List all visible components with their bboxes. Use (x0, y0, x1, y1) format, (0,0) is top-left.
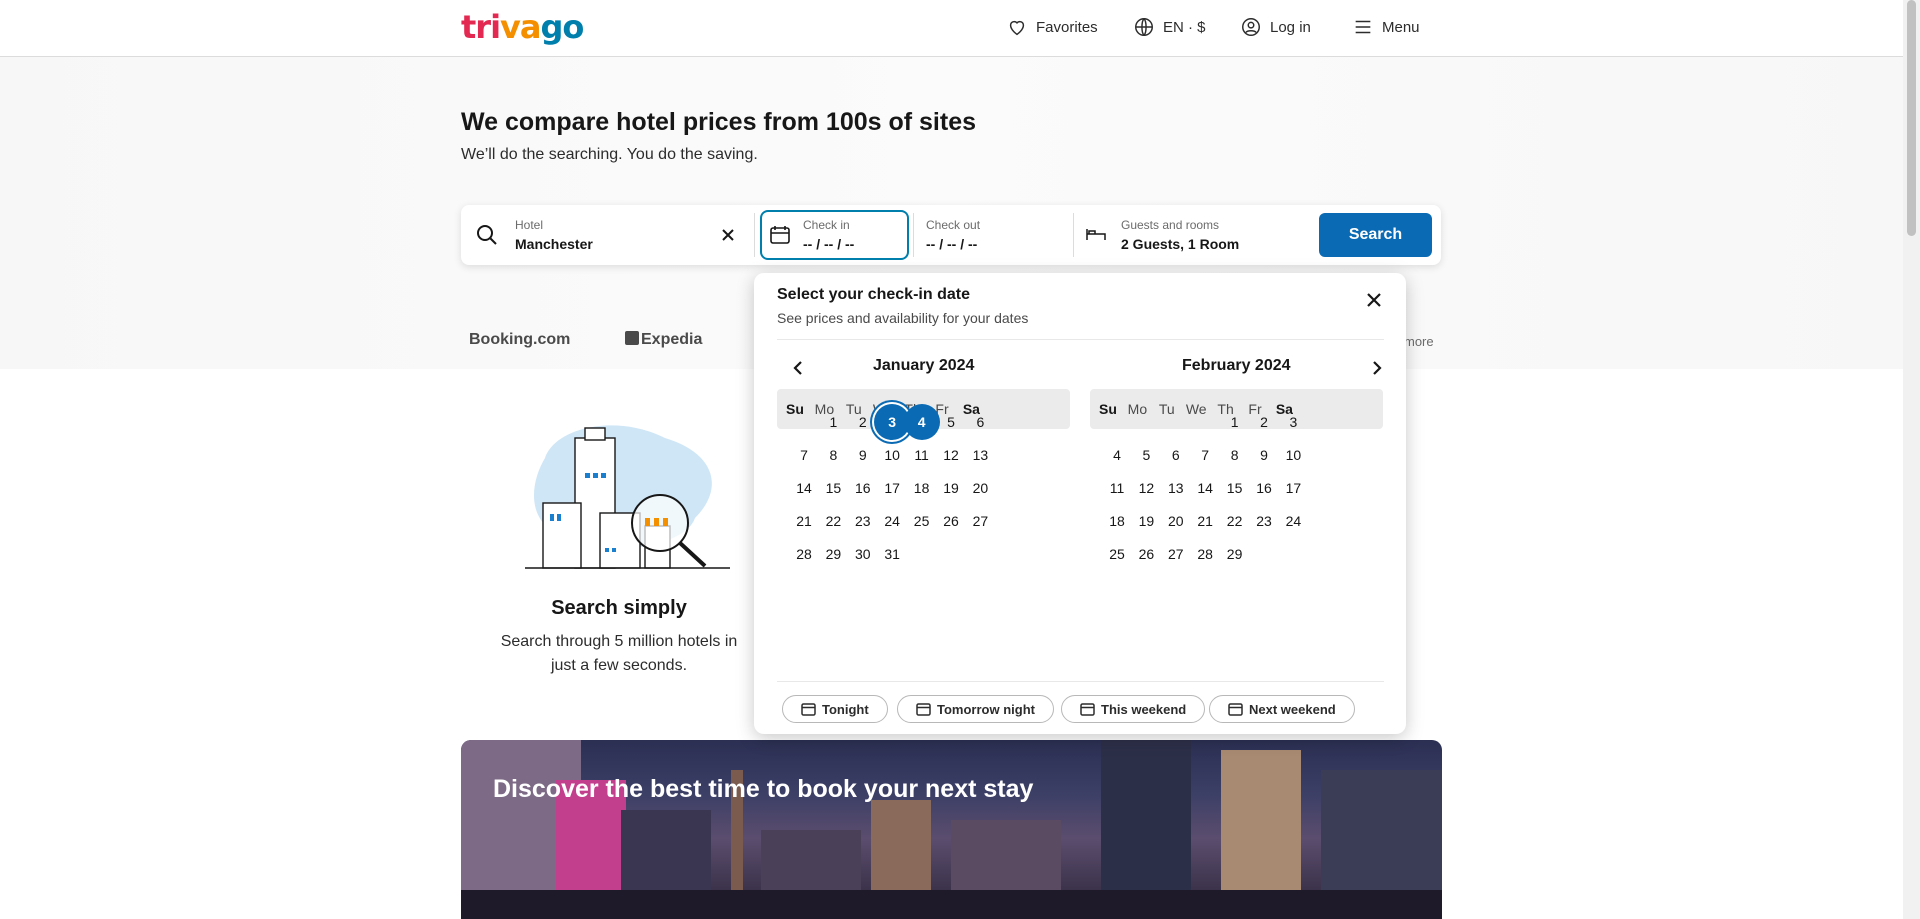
page-scrollbar[interactable] (1903, 0, 1920, 919)
favorites-link[interactable]: Favorites (1006, 16, 1098, 38)
login-link[interactable]: Log in (1240, 16, 1311, 38)
guests-label: Guests and rooms (1121, 218, 1220, 232)
quick-next-weekend-label: Next weekend (1249, 701, 1336, 717)
calendar-icon (1080, 702, 1095, 716)
logo-part: va (500, 8, 541, 46)
heart-icon (1009, 20, 1025, 36)
divider (754, 213, 755, 257)
month-title: January 2024 (873, 357, 975, 374)
calendar-day[interactable]: 13 (962, 437, 998, 473)
search-bar: Hotel Manchester Check in -- / -- / -- C… (461, 205, 1441, 265)
discover-banner[interactable]: Discover the best time to book your next… (461, 740, 1442, 919)
partners-more-link[interactable]: more (1404, 334, 1434, 349)
calendar-day[interactable]: 24 (1275, 503, 1311, 539)
calendar-day[interactable]: 27 (962, 503, 998, 539)
quick-tonight-label: Tonight (822, 701, 869, 717)
feature-description: Search through 5 million hotels in just … (500, 633, 738, 674)
quick-tomorrow-label: Tomorrow night (937, 701, 1035, 717)
checkin-field[interactable]: Check in -- / -- / -- (760, 210, 909, 260)
hotel-label: Hotel (515, 218, 544, 232)
top-header: trivago Favorites EN · $ Log in Menu (0, 0, 1903, 57)
partner-booking: Booking.com (469, 331, 571, 348)
scrollbar-thumb[interactable] (1907, 0, 1916, 236)
city-search-illustration (525, 425, 730, 569)
user-icon (1242, 18, 1260, 36)
language-label: EN · $ (1163, 18, 1206, 36)
calendar-day[interactable]: 17 (1275, 470, 1311, 506)
quick-next-weekend-button[interactable]: Next weekend (1209, 695, 1355, 723)
divider (777, 681, 1384, 682)
quick-weekend-label: This weekend (1101, 701, 1187, 717)
quick-tomorrow-button[interactable]: Tomorrow night (897, 695, 1054, 723)
divider (777, 339, 1384, 340)
login-label: Log in (1270, 18, 1311, 36)
logo-part: go (540, 8, 585, 46)
calendar-icon (770, 226, 790, 244)
menu-button[interactable]: Menu (1352, 16, 1420, 38)
close-icon[interactable] (1364, 290, 1384, 310)
quick-weekend-button[interactable]: This weekend (1061, 695, 1206, 723)
partner-expedia: Expedia (625, 331, 702, 349)
feature-title: Search simply (551, 597, 687, 619)
calendar-icon (1228, 702, 1243, 716)
calendar-icon (916, 702, 931, 716)
page-headline: We compare hotel prices from 100s of sit… (461, 108, 977, 136)
calendar-day[interactable]: 31 (874, 536, 910, 572)
language-currency-selector[interactable]: EN · $ (1133, 16, 1206, 38)
checkout-field[interactable]: Check out -- / -- / -- (914, 205, 1072, 265)
calendar-day[interactable]: 3 (1275, 404, 1311, 440)
guests-value: 2 Guests, 1 Room (1121, 236, 1240, 252)
checkout-label: Check out (926, 218, 981, 232)
globe-icon (1135, 18, 1153, 36)
datepicker-title: Select your check-in date (777, 286, 970, 303)
favorites-label: Favorites (1036, 18, 1098, 36)
checkout-value: -- / -- / -- (926, 236, 978, 252)
city-skyline-image (461, 740, 1442, 919)
calendar-day[interactable]: 10 (1275, 437, 1311, 473)
quick-tonight-button[interactable]: Tonight (782, 695, 888, 723)
partner-expedia-label: Expedia (641, 331, 703, 348)
page-subline: We’ll do the searching. You do the savin… (461, 146, 758, 163)
banner-title: Discover the best time to book your next… (493, 775, 1034, 803)
checkin-datepicker: Select your check-in date See prices and… (754, 273, 1406, 734)
calendar-day[interactable]: 29 (1217, 536, 1253, 572)
hotel-field[interactable]: Hotel Manchester (461, 205, 754, 265)
expedia-icon (625, 331, 639, 345)
hamburger-icon (1355, 20, 1371, 34)
chevron-left-icon[interactable] (790, 359, 808, 377)
search-button[interactable]: Search (1319, 213, 1432, 257)
trivago-logo[interactable]: trivago (461, 8, 585, 46)
logo-part: t (461, 8, 476, 46)
bed-icon (1086, 229, 1106, 240)
checkin-label: Check in (803, 218, 850, 232)
calendar-day[interactable]: 6 (962, 404, 998, 440)
menu-label: Menu (1382, 18, 1420, 36)
datepicker-subtitle: See prices and availability for your dat… (777, 310, 1029, 326)
month-title: February 2024 (1182, 357, 1291, 374)
logo-part: ri (475, 8, 501, 46)
chevron-right-icon[interactable] (1367, 359, 1385, 377)
calendar-day[interactable]: 20 (962, 470, 998, 506)
guests-field[interactable]: Guests and rooms 2 Guests, 1 Room (1074, 205, 1314, 265)
search-icon (477, 225, 497, 245)
checkin-value: -- / -- / -- (803, 236, 855, 252)
hotel-value[interactable]: Manchester (515, 236, 593, 252)
clear-icon[interactable] (722, 229, 734, 241)
calendar-icon (801, 702, 816, 716)
